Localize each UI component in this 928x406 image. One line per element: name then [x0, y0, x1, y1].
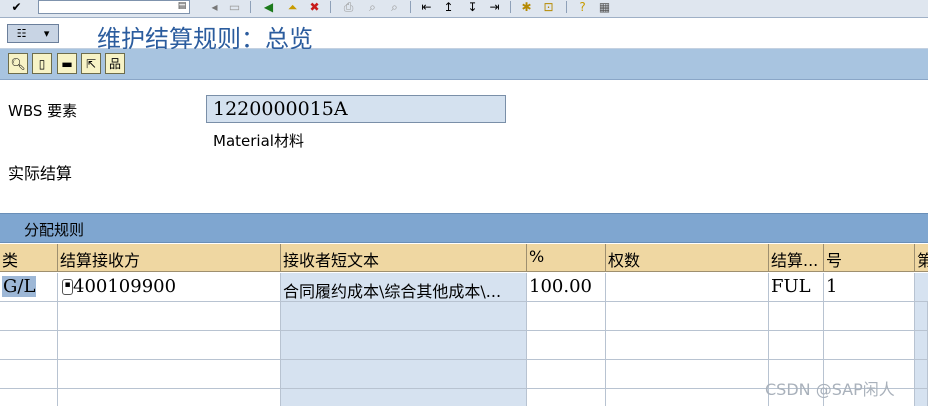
- column-header-receiver[interactable]: 结算接收方: [58, 244, 281, 272]
- cell-first[interactable]: [915, 273, 928, 302]
- empty-cell-receiver[interactable]: [58, 331, 281, 360]
- empty-cell-receiver-text: [281, 360, 527, 389]
- system-toolbar: ✔ ▤ ◂ ▭ ◀ ⏶ ✖ ⎙ ⌕ ⌕ ⇤ ↥ ↧ ⇥ ✱ ⊡ ? ▦: [0, 0, 928, 18]
- prev-page-icon[interactable]: ↥: [440, 0, 457, 14]
- new-entry-icon[interactable]: ▯: [32, 53, 52, 74]
- screen-menu-button[interactable]: ☷ ▾: [7, 24, 59, 43]
- empty-cell-percent[interactable]: [527, 389, 606, 406]
- enter-check-icon[interactable]: ✔: [8, 0, 25, 14]
- first-page-icon[interactable]: ⇤: [418, 0, 435, 14]
- empty-cell-receiver[interactable]: [58, 302, 281, 331]
- column-header-first[interactable]: 第: [915, 244, 928, 272]
- command-dropdown-icon[interactable]: ▤: [176, 0, 188, 12]
- empty-cell-percent[interactable]: [527, 302, 606, 331]
- help-icon[interactable]: ?: [574, 0, 591, 14]
- application-toolbar: 🔍︎ ▯ ▬ ⇱ 品: [0, 49, 928, 80]
- menu-icon: ☷: [16, 27, 27, 40]
- cancel-icon[interactable]: ✖: [306, 0, 323, 14]
- empty-cell-first: [915, 331, 928, 360]
- exit-icon[interactable]: ⏶: [284, 0, 301, 14]
- empty-cell-first: [915, 389, 928, 406]
- empty-cell-category[interactable]: [0, 389, 58, 406]
- print-icon[interactable]: ⎙: [340, 0, 357, 14]
- find-icon[interactable]: ⌕: [364, 0, 381, 14]
- command-field[interactable]: [38, 0, 190, 14]
- actual-settlement-label: 实际结算: [8, 164, 73, 183]
- cell-receiver-text: 合同履约成本\综合其他成本\...: [281, 273, 527, 302]
- cell-number[interactable]: 1: [824, 273, 915, 302]
- wbs-description: Material材料: [213, 132, 304, 150]
- empty-cell-number[interactable]: [824, 302, 915, 331]
- empty-cell-percent[interactable]: [527, 360, 606, 389]
- next-page-icon[interactable]: ↧: [464, 0, 481, 14]
- empty-cell-category[interactable]: [0, 302, 58, 331]
- hierarchy-icon[interactable]: 品: [105, 53, 125, 74]
- shortcut-icon[interactable]: ⊡: [540, 0, 557, 14]
- receiver-value: 400109900: [73, 276, 177, 297]
- column-header-category[interactable]: 类: [0, 244, 58, 272]
- column-header-equivalence[interactable]: 权数: [606, 244, 769, 272]
- layout-icon[interactable]: ▦: [596, 0, 613, 14]
- empty-cell-category[interactable]: [0, 331, 58, 360]
- empty-cell-settlement-type[interactable]: [769, 331, 824, 360]
- empty-cell-percent[interactable]: [527, 331, 606, 360]
- back-arrow-icon[interactable]: ◂: [206, 0, 223, 14]
- wbs-element-field: 1220000015A: [206, 95, 506, 123]
- back-icon[interactable]: ◀: [260, 0, 277, 14]
- dropdown-icon: ▾: [43, 27, 50, 40]
- cell-category[interactable]: G/L: [0, 273, 58, 302]
- empty-cell-equivalence[interactable]: [606, 302, 769, 331]
- empty-cell-settlement-type[interactable]: [769, 302, 824, 331]
- cell-equivalence[interactable]: [606, 273, 769, 302]
- column-header-number[interactable]: 号: [824, 244, 915, 272]
- watermark: CSDN @SAP闲人: [765, 380, 895, 399]
- title-bar: ☷ ▾ 维护结算规则：总览: [0, 18, 928, 53]
- cell-receiver[interactable]: ▪ 400109900: [58, 273, 281, 302]
- wbs-label: WBS 要素: [8, 102, 78, 120]
- wbs-value: 1220000015A: [213, 98, 348, 120]
- empty-cell-receiver-text: [281, 331, 527, 360]
- empty-cell-receiver[interactable]: [58, 389, 281, 406]
- empty-cell-number[interactable]: [824, 331, 915, 360]
- distribution-rules-header: 分配规则: [0, 213, 928, 243]
- previous-object-icon[interactable]: ⇱: [81, 53, 101, 74]
- empty-cell-receiver-text: [281, 302, 527, 331]
- column-header-receiver-text[interactable]: 接收者短文本: [281, 244, 527, 272]
- empty-cell-first: [915, 360, 928, 389]
- empty-cell-receiver[interactable]: [58, 360, 281, 389]
- last-page-icon[interactable]: ⇥: [486, 0, 503, 14]
- category-value: G/L: [2, 276, 37, 297]
- f4-help-icon[interactable]: ▪: [62, 279, 73, 295]
- cell-settlement-type[interactable]: FUL: [769, 273, 824, 302]
- delete-icon[interactable]: ▬: [57, 53, 77, 74]
- find-next-icon[interactable]: ⌕: [386, 0, 403, 14]
- empty-cell-equivalence[interactable]: [606, 360, 769, 389]
- empty-cell-equivalence[interactable]: [606, 389, 769, 406]
- column-header-settlement-type[interactable]: 结算...: [769, 244, 824, 272]
- save-icon[interactable]: ▭: [226, 0, 243, 14]
- cell-percent[interactable]: 100.00: [527, 273, 606, 302]
- column-header-percent[interactable]: %: [527, 244, 606, 272]
- new-session-icon[interactable]: ✱: [518, 0, 535, 14]
- empty-cell-equivalence[interactable]: [606, 331, 769, 360]
- detail-icon[interactable]: 🔍︎: [8, 53, 28, 74]
- empty-cell-receiver-text: [281, 389, 527, 406]
- empty-cell-first: [915, 302, 928, 331]
- empty-cell-category[interactable]: [0, 360, 58, 389]
- group-title-text: 分配规则: [24, 221, 85, 239]
